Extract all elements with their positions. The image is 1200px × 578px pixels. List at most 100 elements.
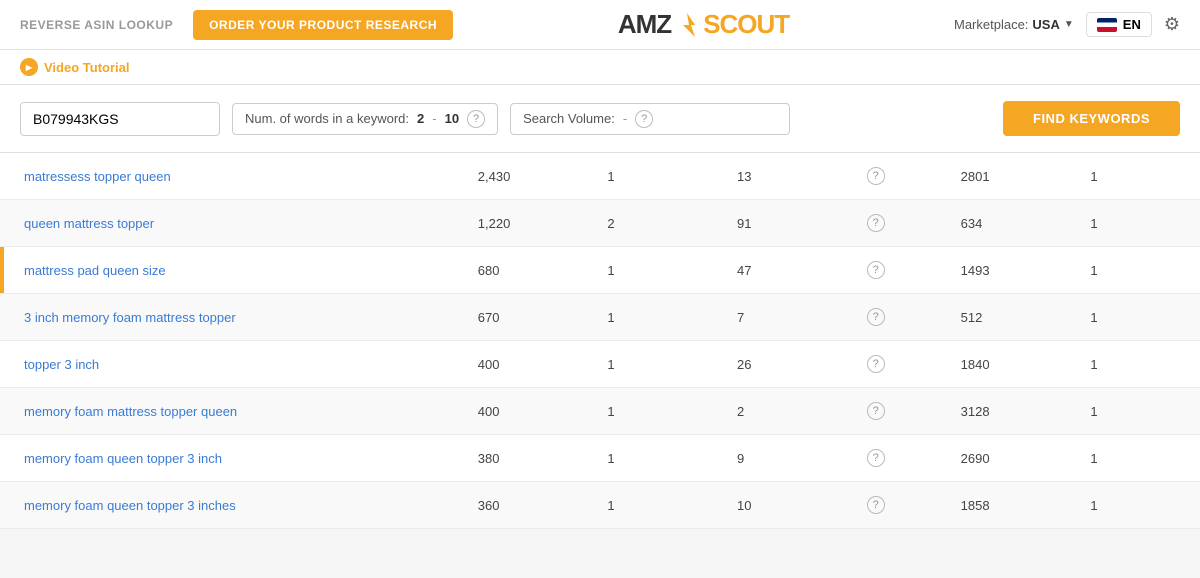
marketplace-label: Marketplace: <box>954 17 1028 32</box>
search-volume-dash: - <box>623 111 627 126</box>
keyword-max: 10 <box>445 111 459 126</box>
logo-amz-text: AMZ <box>618 9 671 40</box>
num-cell: 2 <box>717 388 847 435</box>
num-cell: 360 <box>458 482 588 529</box>
keyword-min: 2 <box>417 111 424 126</box>
keyword-cell[interactable]: mattress pad queen size <box>4 247 458 294</box>
num-cell: 2801 <box>941 153 1071 200</box>
num-cell: 3128 <box>941 388 1071 435</box>
marketplace-selector[interactable]: Marketplace: USA ▼ <box>954 17 1074 32</box>
lang-code: EN <box>1123 17 1141 32</box>
num-cell: 1 <box>587 388 717 435</box>
row-help-icon[interactable]: ? <box>867 449 885 467</box>
num-cell: 1493 <box>941 247 1071 294</box>
num-cell: 400 <box>458 341 588 388</box>
help-icon-cell: ? <box>847 247 941 294</box>
help-icon-cell: ? <box>847 341 941 388</box>
help-icon-cell: ? <box>847 200 941 247</box>
logo-icon <box>673 11 701 39</box>
num-cell: 1,220 <box>458 200 588 247</box>
num-cell: 1 <box>1070 435 1200 482</box>
help-icon-cell: ? <box>847 153 941 200</box>
num-cell: 7 <box>717 294 847 341</box>
num-cell: 1 <box>1070 153 1200 200</box>
keyword-cell[interactable]: queen mattress topper <box>4 200 458 247</box>
find-keywords-button[interactable]: FIND KEYWORDS <box>1003 101 1180 136</box>
num-cell: 1 <box>1070 200 1200 247</box>
num-cell: 634 <box>941 200 1071 247</box>
num-cell: 1 <box>1070 482 1200 529</box>
language-button[interactable]: EN <box>1086 12 1152 37</box>
num-cell: 670 <box>458 294 588 341</box>
sub-header: ▶ Video Tutorial <box>0 50 1200 85</box>
results-table: matressess topper queen2,430113?28011que… <box>0 153 1200 529</box>
search-volume-label: Search Volume: <box>523 111 615 126</box>
table-row: memory foam queen topper 3 inches360110?… <box>0 482 1200 529</box>
search-bar: Num. of words in a keyword: 2 - 10 ? Sea… <box>0 85 1200 153</box>
num-cell: 26 <box>717 341 847 388</box>
search-volume-control: Search Volume: - ? <box>510 103 790 135</box>
settings-icon[interactable]: ⚙ <box>1164 14 1180 35</box>
table-row: matressess topper queen2,430113?28011 <box>0 153 1200 200</box>
row-help-icon[interactable]: ? <box>867 496 885 514</box>
num-cell: 380 <box>458 435 588 482</box>
marketplace-dropdown-icon: ▼ <box>1064 19 1074 30</box>
num-cell: 91 <box>717 200 847 247</box>
header-right: Marketplace: USA ▼ EN ⚙ <box>954 12 1180 37</box>
keyword-range-help-icon[interactable]: ? <box>467 110 485 128</box>
num-cell: 1 <box>1070 247 1200 294</box>
keyword-cell[interactable]: memory foam queen topper 3 inches <box>4 482 458 529</box>
search-volume-help-icon[interactable]: ? <box>635 110 653 128</box>
num-cell: 2690 <box>941 435 1071 482</box>
help-icon-cell: ? <box>847 482 941 529</box>
num-cell: 1 <box>587 153 717 200</box>
num-cell: 512 <box>941 294 1071 341</box>
num-cell: 10 <box>717 482 847 529</box>
num-cell: 1840 <box>941 341 1071 388</box>
keyword-range-sep: - <box>432 111 436 126</box>
row-help-icon[interactable]: ? <box>867 402 885 420</box>
keyword-cell[interactable]: matressess topper queen <box>4 153 458 200</box>
num-cell: 9 <box>717 435 847 482</box>
num-cell: 1 <box>587 435 717 482</box>
row-help-icon[interactable]: ? <box>867 308 885 326</box>
keyword-cell[interactable]: 3 inch memory foam mattress topper <box>4 294 458 341</box>
num-cell: 47 <box>717 247 847 294</box>
num-cell: 1 <box>1070 388 1200 435</box>
results-table-container: matressess topper queen2,430113?28011que… <box>0 153 1200 529</box>
table-row: memory foam queen topper 3 inch38019?269… <box>0 435 1200 482</box>
table-row: 3 inch memory foam mattress topper670 1 7?… <box>0 294 1200 341</box>
video-tutorial-link[interactable]: ▶ Video Tutorial <box>20 58 1180 76</box>
num-cell: 1 <box>1070 294 1200 341</box>
keyword-range-label: Num. of words in a keyword: <box>245 111 409 126</box>
table-row: memory foam mattress topper queen40012?3… <box>0 388 1200 435</box>
num-cell: 13 <box>717 153 847 200</box>
num-cell: 400 <box>458 388 588 435</box>
keyword-cell[interactable]: memory foam mattress topper queen <box>4 388 458 435</box>
num-cell: 1858 <box>941 482 1071 529</box>
marketplace-value: USA <box>1032 17 1059 32</box>
num-cell: 1 <box>587 482 717 529</box>
header: REVERSE ASIN LOOKUP ORDER YOUR PRODUCT R… <box>0 0 1200 50</box>
video-tutorial-label: Video Tutorial <box>44 60 129 75</box>
asin-input[interactable] <box>20 102 220 136</box>
header-left: REVERSE ASIN LOOKUP ORDER YOUR PRODUCT R… <box>20 10 453 40</box>
order-product-research-button[interactable]: ORDER YOUR PRODUCT RESEARCH <box>193 10 453 40</box>
help-icon-cell: ? <box>847 294 941 341</box>
row-help-icon[interactable]: ? <box>867 167 885 185</box>
keyword-range-control: Num. of words in a keyword: 2 - 10 ? <box>232 103 498 135</box>
reverse-asin-label: REVERSE ASIN LOOKUP <box>20 18 173 32</box>
table-row: topper 3 inch400126?18401 <box>0 341 1200 388</box>
table-row: mattress pad queen size680147?14931 <box>0 247 1200 294</box>
flag-icon <box>1097 18 1117 32</box>
logo-scout-text: SCOUT <box>703 9 789 40</box>
help-icon-cell: ? <box>847 435 941 482</box>
row-help-icon[interactable]: ? <box>867 355 885 373</box>
num-cell: 680 <box>458 247 588 294</box>
keyword-cell[interactable]: topper 3 inch <box>4 341 458 388</box>
row-help-icon[interactable]: ? <box>867 261 885 279</box>
row-help-icon[interactable]: ? <box>867 214 885 232</box>
num-cell: 2 <box>587 200 717 247</box>
keyword-cell[interactable]: memory foam queen topper 3 inch <box>4 435 458 482</box>
num-cell: 2,430 <box>458 153 588 200</box>
